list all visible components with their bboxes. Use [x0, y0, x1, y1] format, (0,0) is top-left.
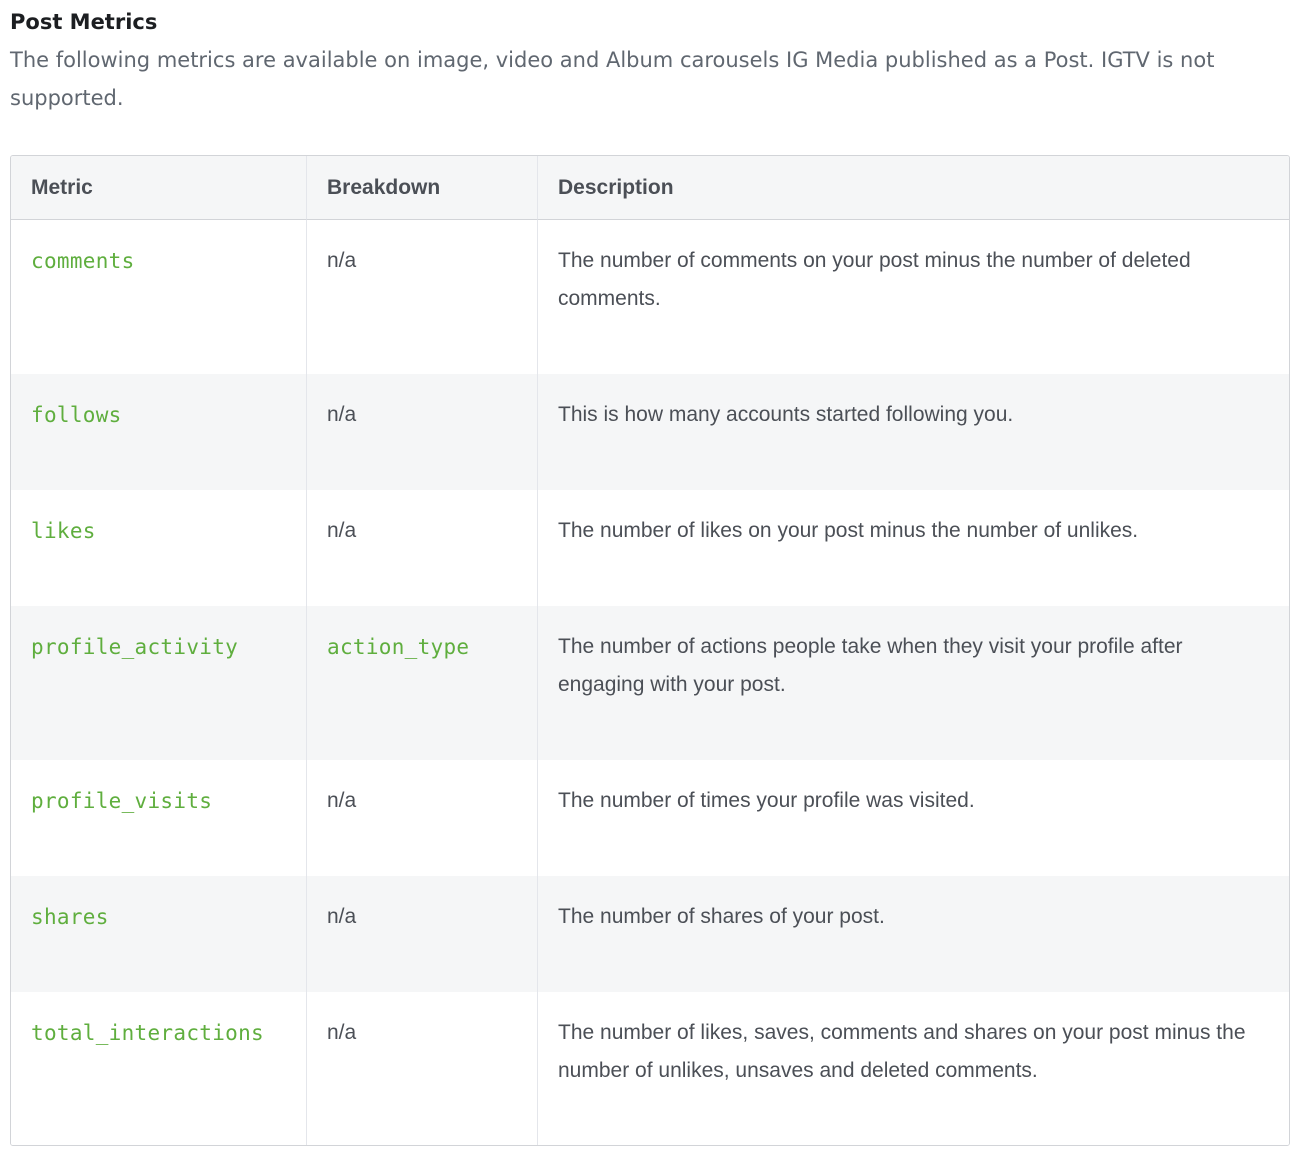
metric-name: profile_activity	[31, 635, 239, 659]
metric-cell: total_interactions	[11, 992, 306, 1145]
metric-name: likes	[31, 519, 96, 543]
description-cell: The number of likes on your post minus t…	[537, 490, 1289, 606]
metric-name: comments	[31, 249, 135, 273]
section-title: Post Metrics	[10, 10, 158, 34]
table-header-row: Metric Breakdown Description	[11, 156, 1289, 220]
metric-cell: profile_activity	[11, 606, 306, 760]
breakdown-cell: action_type	[306, 606, 537, 760]
breakdown-cell: n/a	[306, 374, 537, 490]
breakdown-cell: n/a	[306, 220, 537, 374]
metric-name: shares	[31, 905, 109, 929]
metric-cell: comments	[11, 220, 306, 374]
table-row: comments n/a The number of comments on y…	[11, 220, 1289, 374]
description-cell: The number of actions people take when t…	[537, 606, 1289, 760]
table-row: shares n/a The number of shares of your …	[11, 876, 1289, 992]
metric-name: total_interactions	[31, 1021, 264, 1045]
breakdown-cell: n/a	[306, 760, 537, 876]
breakdown-cell: n/a	[306, 992, 537, 1145]
metric-cell: follows	[11, 374, 306, 490]
table-row: profile_visits n/a The number of times y…	[11, 760, 1289, 876]
table-row: total_interactions n/a The number of lik…	[11, 992, 1289, 1145]
description-cell: The number of comments on your post minu…	[537, 220, 1289, 374]
description-cell: The number of times your profile was vis…	[537, 760, 1289, 876]
description-cell: The number of likes, saves, comments and…	[537, 992, 1289, 1145]
description-cell: This is how many accounts started follow…	[537, 374, 1289, 490]
breakdown-name: action_type	[327, 635, 470, 659]
column-header-breakdown: Breakdown	[306, 156, 537, 220]
section-intro: The following metrics are available on i…	[10, 48, 1215, 110]
column-header-description: Description	[537, 156, 1289, 220]
metric-cell: shares	[11, 876, 306, 992]
description-cell: The number of shares of your post.	[537, 876, 1289, 992]
table-row: likes n/a The number of likes on your po…	[11, 490, 1289, 606]
post-metrics-table: Metric Breakdown Description comments n/…	[10, 155, 1290, 1146]
table-row: profile_activity action_type The number …	[11, 606, 1289, 760]
metric-cell: likes	[11, 490, 306, 606]
column-header-metric: Metric	[11, 156, 306, 220]
breakdown-cell: n/a	[306, 490, 537, 606]
metric-cell: profile_visits	[11, 760, 306, 876]
breakdown-cell: n/a	[306, 876, 537, 992]
table-row: follows n/a This is how many accounts st…	[11, 374, 1289, 490]
metric-name: profile_visits	[31, 789, 213, 813]
metric-name: follows	[31, 403, 122, 427]
